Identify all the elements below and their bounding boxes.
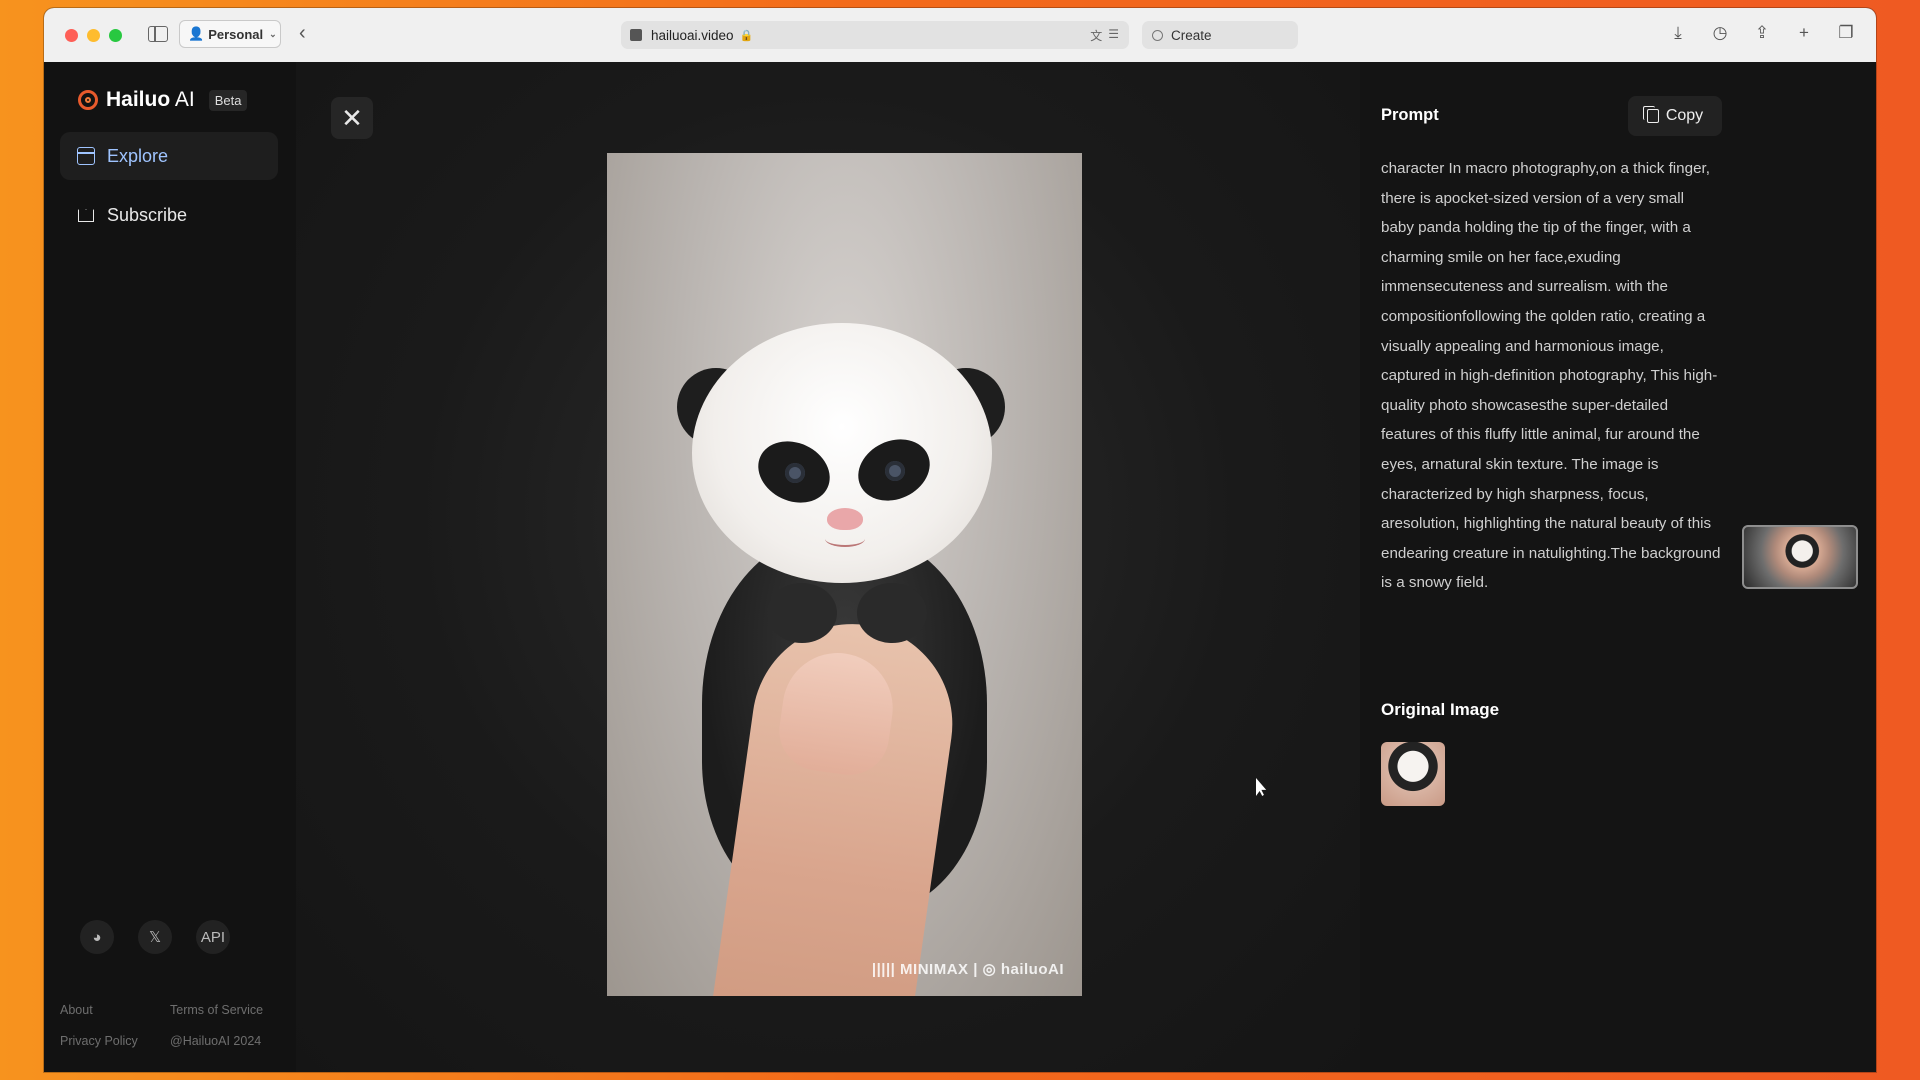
address-bar-actions: 文 ☰ bbox=[1090, 27, 1119, 44]
app-name: Hailuo AI bbox=[106, 88, 195, 111]
page-content: Hailuo AI Beta Explore Subscribe ◕ 𝕏 API… bbox=[44, 62, 1876, 1072]
panda-eye bbox=[785, 463, 805, 483]
panda-eye bbox=[885, 461, 905, 481]
calendar-icon bbox=[77, 147, 95, 165]
site-favicon-icon bbox=[630, 29, 642, 41]
lock-icon: 🔒 bbox=[739, 29, 754, 42]
original-image-heading: Original Image bbox=[1381, 700, 1500, 719]
address-bar[interactable]: hailuoai.video 🔒 文 ☰ bbox=[621, 21, 1129, 49]
privacy-link[interactable]: Privacy Policy bbox=[60, 1034, 138, 1048]
copy-button[interactable]: Copy bbox=[1628, 96, 1722, 136]
copy-label: Copy bbox=[1665, 107, 1704, 124]
left-sidebar: Hailuo AI Beta Explore Subscribe ◕ 𝕏 API… bbox=[44, 62, 297, 1072]
download-icon[interactable]: ⤓ bbox=[1668, 23, 1688, 43]
discord-icon[interactable]: ◕ bbox=[80, 920, 114, 954]
window-controls bbox=[65, 28, 122, 42]
browser-window: 👤 Personal ⌄ ‹ hailuoai.video 🔒 文 ☰ Crea… bbox=[44, 8, 1876, 1072]
tab-create[interactable]: Create bbox=[1142, 21, 1298, 49]
browser-actions: ⤓ ◷ ⇪ + ❐ bbox=[1668, 23, 1856, 43]
translate-icon[interactable]: 文 bbox=[1090, 27, 1102, 44]
close-window-button[interactable] bbox=[65, 28, 78, 42]
tab-overview-icon[interactable]: ❐ bbox=[1836, 23, 1856, 43]
prompt-text: character In macro photography,on a thic… bbox=[1381, 160, 1721, 592]
profile-selector[interactable]: 👤 Personal ⌄ bbox=[179, 20, 281, 48]
prompt-heading: Prompt bbox=[1381, 106, 1439, 124]
new-tab-icon[interactable]: + bbox=[1794, 23, 1814, 43]
reader-icon[interactable]: ☰ bbox=[1108, 27, 1119, 44]
history-icon[interactable]: ◷ bbox=[1710, 23, 1730, 43]
back-arrow-icon[interactable]: ‹ bbox=[299, 22, 306, 45]
sidebar-item-explore[interactable]: Explore bbox=[60, 132, 278, 180]
share-icon[interactable]: ⇪ bbox=[1752, 23, 1772, 43]
browser-toolbar: 👤 Personal ⌄ ‹ hailuoai.video 🔒 文 ☰ Crea… bbox=[44, 8, 1876, 63]
video-watermark: ||||| MINIMAX | ◎ hailuoAI bbox=[871, 961, 1064, 978]
chevron-down-icon: ⌄ bbox=[269, 28, 277, 39]
original-image-thumbnail[interactable] bbox=[1381, 742, 1445, 806]
about-link[interactable]: About bbox=[60, 1003, 93, 1017]
tab-create-label: Create bbox=[1171, 27, 1212, 43]
copy-icon bbox=[1642, 106, 1659, 123]
video-thumbnail[interactable] bbox=[1742, 525, 1858, 589]
sidebar-item-subscribe[interactable]: Subscribe bbox=[60, 191, 278, 239]
sidebar-item-label: Subscribe bbox=[107, 204, 188, 225]
api-link[interactable]: API bbox=[196, 920, 230, 954]
app-logo[interactable]: Hailuo AI Beta bbox=[78, 88, 248, 112]
minimize-window-button[interactable] bbox=[87, 28, 100, 42]
terms-link[interactable]: Terms of Service bbox=[170, 1003, 263, 1017]
sidebar-item-label: Explore bbox=[107, 145, 169, 166]
x-icon[interactable]: 𝕏 bbox=[138, 920, 172, 954]
maximize-window-button[interactable] bbox=[109, 28, 122, 42]
beta-badge: Beta bbox=[208, 89, 248, 111]
person-icon: 👤 bbox=[188, 26, 205, 41]
video-player[interactable]: ||||| MINIMAX | ◎ hailuoAI bbox=[607, 153, 1082, 996]
social-links: ◕ 𝕏 API bbox=[80, 920, 230, 954]
sidebar-toggle-icon[interactable] bbox=[148, 26, 168, 42]
crown-icon bbox=[77, 206, 95, 224]
hailuo-logo-icon bbox=[78, 90, 98, 110]
panda-paw bbox=[767, 583, 837, 643]
copyright-text: @HailuoAI 2024 bbox=[170, 1034, 262, 1048]
panda-nose bbox=[827, 508, 863, 530]
profile-label: Personal bbox=[208, 26, 264, 42]
panda-paw bbox=[857, 583, 927, 643]
tab-favicon-icon bbox=[1152, 29, 1163, 41]
close-icon[interactable]: ✕ bbox=[331, 97, 373, 139]
url-text: hailuoai.video bbox=[651, 27, 734, 43]
panda-mouth bbox=[825, 531, 865, 547]
